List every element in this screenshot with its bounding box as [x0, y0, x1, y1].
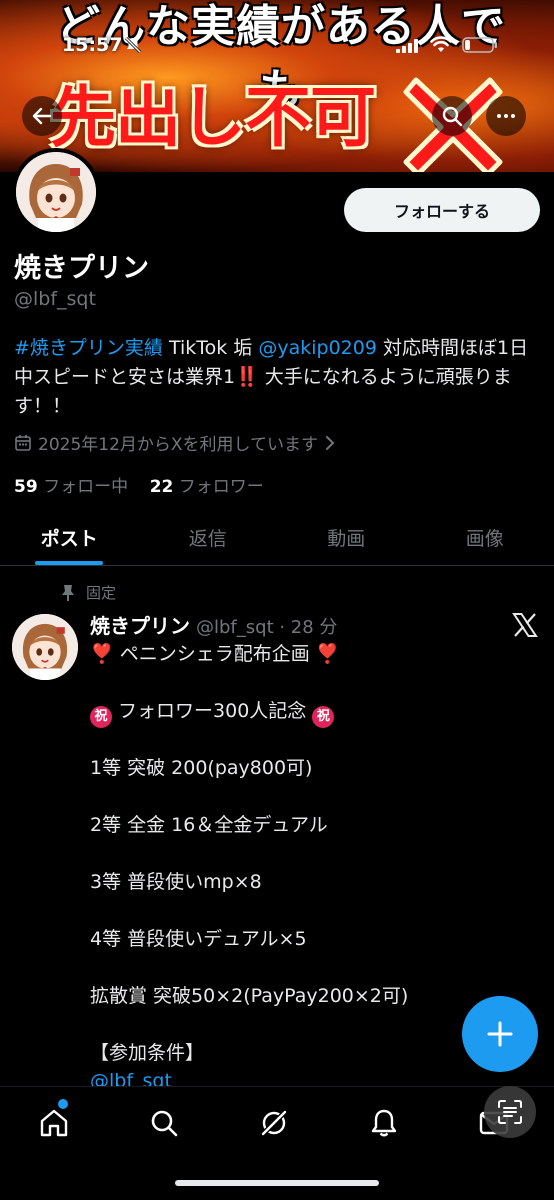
joined-date[interactable]: 2025年12月からXを利用しています [14, 430, 336, 455]
nav-search[interactable] [144, 1103, 184, 1143]
pinned-label: 固定 [86, 584, 117, 602]
active-tab-indicator [35, 561, 104, 565]
pinned-indicator: 固定 [60, 582, 116, 603]
arrow-left-icon [32, 107, 52, 125]
bell-slash-icon [124, 36, 142, 54]
profile-avatar[interactable] [12, 148, 100, 236]
grok-icon [260, 1109, 288, 1137]
chevron-right-icon [326, 435, 335, 450]
follow-button[interactable]: フォローする [344, 188, 540, 232]
celebration-emoji: 祝 [312, 706, 335, 728]
tab-label: 動画 [327, 528, 366, 550]
post-header: 焼きプリン @lbf_sqt · 28 分 [90, 610, 337, 639]
post-line: 4等 普段使いデュアル×5 [90, 928, 307, 950]
x-logo-icon [512, 613, 538, 637]
home-unread-dot [58, 1099, 68, 1109]
post-line: 3等 普段使いmp×8 [90, 871, 262, 893]
profile-banner[interactable]: どんな実績がある人でも 先出し不可 15:57 [0, 0, 554, 172]
home-icon [40, 1109, 68, 1137]
heart-exclamation-emoji: ❣️ [315, 643, 340, 665]
nav-notifications[interactable] [364, 1103, 404, 1143]
following-link[interactable]: 59 フォロー中 [14, 477, 128, 497]
banner-main-text: 先出し不可 [50, 79, 376, 156]
follow-counts: 59 フォロー中 22 フォロワー [14, 472, 264, 497]
plus-icon [487, 1021, 513, 1047]
search-icon [151, 1110, 178, 1137]
cellular-signal-icon [396, 39, 418, 53]
battery-icon [462, 37, 497, 53]
ellipsis-icon [497, 114, 515, 118]
home-indicator[interactable] [175, 1180, 379, 1186]
back-button[interactable] [22, 96, 62, 136]
text-scan-icon [498, 1100, 522, 1124]
bio-hashtag-link[interactable]: #焼きプリン実績 [14, 337, 163, 359]
tab-replies[interactable]: 返信 [139, 510, 278, 565]
bell-icon [371, 1109, 397, 1137]
search-icon [442, 106, 463, 127]
heart-exclamation-emoji: ❣️ [90, 643, 114, 665]
search-button[interactable] [432, 96, 472, 136]
followers-label: フォロワー [178, 477, 264, 497]
bio-mention-link[interactable]: @yakip0209 [258, 337, 377, 359]
tab-label: 画像 [465, 528, 504, 550]
post-line: 拡散賞 突破50×2(PayPay200×2可) [90, 985, 409, 1007]
profile-handle: @lbf_sqt [14, 288, 96, 310]
celebration-emoji: 祝 [90, 706, 112, 728]
pin-icon [62, 584, 74, 601]
avatar-image [16, 152, 96, 232]
compose-post-button[interactable] [462, 996, 538, 1072]
post-line: 1等 突破 200(pay800可) [90, 757, 313, 779]
nav-home[interactable] [34, 1103, 74, 1143]
tab-videos[interactable]: 動画 [277, 510, 416, 565]
status-time: 15:57 [62, 34, 123, 56]
post-author-name[interactable]: 焼きプリン [90, 610, 190, 639]
post-celebration: フォロワー300人記念 [118, 700, 307, 722]
tab-label: ポスト [40, 528, 98, 550]
nav-grok[interactable] [254, 1103, 294, 1143]
more-options-button[interactable] [486, 96, 526, 136]
post-title-line: ❣️ ペニンシェラ配布企画 ❣️ [90, 640, 530, 668]
tab-label: 返信 [188, 528, 227, 550]
post-line: 2等 全金 16＆全金デュアル [90, 814, 328, 836]
tab-posts[interactable]: ポスト [0, 510, 139, 565]
followers-count: 22 [149, 477, 174, 497]
status-bar: 15:57 [0, 30, 554, 60]
wifi-icon [430, 36, 452, 52]
double-exclamation-emoji: ‼️ [235, 366, 259, 388]
profile-tabs: ポスト 返信 動画 画像 [0, 510, 554, 566]
post-author-meta: @lbf_sqt · 28 分 [196, 617, 338, 638]
calendar-icon [15, 434, 31, 451]
followers-link[interactable]: 22 フォロワー [150, 477, 264, 497]
post-celebration-line: 祝 フォロワー300人記念 祝 [90, 697, 530, 728]
profile-bio: #焼きプリン実績 TikTok 垢 @yakip0209 対応時間ほぼ1日中スピ… [14, 334, 540, 421]
post-author-avatar[interactable] [12, 614, 78, 680]
tab-images[interactable]: 画像 [416, 510, 554, 565]
joined-date-text: 2025年12月からXを利用しています [38, 435, 319, 455]
following-count: 59 [14, 477, 38, 497]
profile-display-name: 焼きプリン [14, 253, 149, 284]
text-scan-button[interactable] [484, 1086, 536, 1138]
bio-text: TikTok 垢 [162, 337, 259, 359]
post-title: ペニンシェラ配布企画 [119, 643, 310, 665]
following-label: フォロー中 [43, 477, 129, 497]
